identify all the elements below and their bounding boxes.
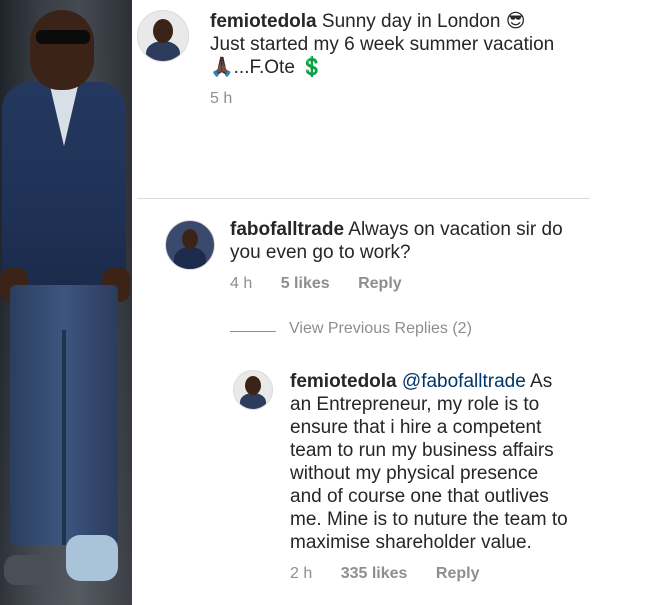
reply-line: an Entrepreneur, my role is to (290, 394, 540, 415)
reply-line: and of course one that outlives (290, 486, 549, 507)
reply-line: maximise shareholder value. (290, 532, 532, 553)
reply-mention[interactable]: @fabofalltrade (402, 371, 526, 392)
comment-reply-button[interactable]: Reply (358, 275, 402, 292)
photo-jeans-gap (62, 330, 66, 545)
reply-line: team to run my business affairs (290, 440, 554, 461)
comment-time[interactable]: 4 h (230, 275, 252, 292)
reply-line: ensure that i hire a competent (290, 417, 542, 438)
reply-text: femiotedola @fabofalltrade As an Entrepr… (290, 370, 640, 554)
photo-head (30, 10, 94, 90)
caption-divider (137, 198, 590, 199)
comment-line2: you even go to work? (230, 242, 411, 263)
view-replies-line (230, 331, 276, 332)
post-username[interactable]: femiotedola (210, 11, 317, 32)
reply-likes[interactable]: 335 likes (341, 565, 408, 582)
reply-avatar[interactable] (233, 370, 273, 410)
view-previous-replies-button[interactable]: View Previous Replies (2) (289, 320, 472, 338)
post-caption-line1: Sunny day in London 😎 (321, 11, 526, 32)
comment-likes[interactable]: 5 likes (281, 275, 330, 292)
reply-line: me. Mine is to nuture the team to (290, 509, 568, 530)
post-caption-line2: Just started my 6 week summer vacation (210, 34, 555, 55)
comment-meta: 4 h 5 likes Reply (230, 275, 426, 293)
reply-reply-button[interactable]: Reply (436, 565, 480, 582)
reply-meta: 2 h 335 likes Reply (290, 565, 503, 583)
post-caption-line3: 🙏🏿...F.Ote 💲 (210, 57, 324, 78)
post-time[interactable]: 5 h (210, 90, 232, 107)
reply-line: without my physical presence (290, 463, 539, 484)
photo-sunglasses (36, 30, 90, 44)
photo-shoe-right (66, 535, 118, 581)
post-meta: 5 h (210, 90, 256, 108)
post-avatar[interactable] (137, 10, 189, 62)
comment-line1: Always on vacation sir do (348, 219, 563, 240)
reply-line1-rest: As (530, 371, 553, 392)
reply-time[interactable]: 2 h (290, 565, 312, 582)
comment-username[interactable]: fabofalltrade (230, 219, 344, 240)
post-caption: femiotedola Sunny day in London 😎 Just s… (210, 10, 640, 79)
comment-text: fabofalltrade Always on vacation sir do … (230, 218, 630, 264)
photo-shoe-left (4, 555, 52, 585)
reply-username[interactable]: femiotedola (290, 371, 397, 392)
post-photo[interactable] (0, 0, 132, 605)
comment-avatar[interactable] (165, 220, 215, 270)
